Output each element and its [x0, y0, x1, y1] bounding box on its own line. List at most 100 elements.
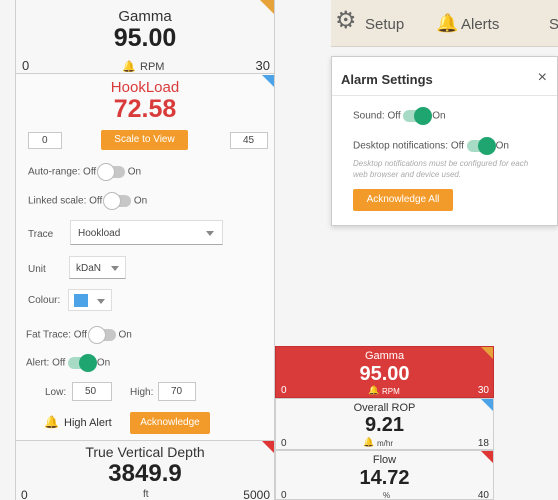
tile-value: 3849.9: [108, 460, 182, 487]
scale-max: 18: [477, 438, 489, 449]
auto-range-toggle[interactable]: [96, 163, 125, 181]
high-label: High:: [130, 387, 154, 398]
linked-scale-label: Linked scale:: [28, 195, 87, 207]
tile-title: True Vertical Depth: [85, 444, 205, 460]
gamma-alert-tile[interactable]: Gamma 95.00 🔔 RPM 0 30: [275, 346, 494, 398]
tile-value: 72.58: [113, 95, 177, 123]
high-threshold-input[interactable]: 70: [158, 382, 196, 401]
tile-title: Gamma: [364, 350, 405, 362]
on-label: On: [127, 166, 142, 178]
linked-scale-row: Linked scale: Off On: [28, 192, 148, 210]
tile-unit: RPM: [140, 61, 165, 73]
scale-max: 30: [477, 385, 489, 396]
left-panel-column: Gamma 95.00 🔔 RPM 0 30 HookLoad 72.58 0 …: [15, 0, 275, 500]
chevron-down-icon: [206, 231, 214, 236]
sound-label: Sound:: [353, 110, 385, 122]
popup-divider: [332, 95, 557, 96]
colour-picker[interactable]: [68, 289, 112, 311]
chevron-down-icon: [97, 299, 105, 304]
sound-toggle[interactable]: [403, 107, 433, 125]
off-label: Off: [89, 195, 103, 207]
alarm-bell-icon: 🔔: [363, 437, 375, 447]
auto-range-row: Auto-range: Off On: [28, 163, 142, 181]
setup-menu-label[interactable]: Setup: [365, 16, 404, 33]
on-label: On: [432, 110, 446, 122]
tile-title: Overall ROP: [353, 402, 416, 414]
desktop-notifications-note: Desktop notifications must be configured…: [353, 159, 529, 179]
off-label: Off: [387, 110, 401, 122]
high-alert-label: High Alert: [64, 417, 112, 429]
tile-title: Flow: [372, 454, 397, 466]
top-toolbar: ⚙ Setup 🔔 Alerts S: [331, 0, 558, 47]
unit-label: Unit: [28, 264, 46, 275]
scale-to-view-button[interactable]: Scale to View: [101, 130, 188, 150]
on-label: On: [495, 140, 509, 152]
tile-unit: RPM: [382, 387, 400, 396]
tile-unit: ft: [143, 489, 149, 500]
low-label: Low:: [45, 387, 67, 398]
true-vertical-depth-tile[interactable]: True Vertical Depth 3849.9 ft 0 5000: [16, 440, 274, 500]
on-label: On: [133, 195, 148, 207]
on-label: On: [118, 329, 132, 341]
acknowledge-button[interactable]: Acknowledge: [130, 412, 210, 434]
tile-value: 95.00: [359, 363, 410, 385]
flow-tile[interactable]: Flow 14.72 % 0 40: [275, 450, 494, 500]
gamma-tile[interactable]: Gamma 95.00 🔔 RPM 0 30: [16, 0, 274, 74]
scale-min: 0: [22, 58, 30, 73]
sound-row: Sound: Off On: [353, 107, 446, 125]
close-icon[interactable]: ×: [538, 69, 547, 87]
off-label: Off: [52, 357, 66, 369]
gear-icon[interactable]: ⚙: [335, 9, 357, 33]
alarm-bell-icon: 🔔: [44, 415, 59, 429]
alarm-settings-popup: Alarm Settings × Sound: Off On Desktop n…: [331, 56, 558, 226]
alarm-bell-icon: 🔔: [368, 385, 380, 395]
auto-range-label: Auto-range:: [28, 166, 81, 178]
tile-value: 9.21: [365, 414, 404, 436]
desktop-notifications-toggle[interactable]: [466, 137, 496, 155]
fat-trace-row: Fat Trace: Off On: [26, 326, 132, 344]
overall-rop-tile[interactable]: Overall ROP 9.21 🔔 m/hr 0 18: [275, 398, 494, 450]
bell-icon[interactable]: 🔔: [436, 13, 458, 34]
unit-value: kDaN: [76, 263, 102, 274]
alert-toggle[interactable]: [68, 354, 98, 372]
fat-trace-toggle[interactable]: [87, 326, 116, 344]
scale-min: 0: [281, 438, 287, 449]
on-label: On: [96, 357, 111, 369]
tile-title: HookLoad: [110, 79, 180, 96]
scale-min: 0: [21, 488, 28, 500]
off-label: Off: [83, 166, 97, 178]
popup-title: Alarm Settings: [341, 72, 433, 87]
acknowledge-all-button[interactable]: Acknowledge All: [353, 189, 453, 211]
scale-min-input[interactable]: 0: [28, 132, 62, 149]
colour-label: Colour:: [28, 295, 61, 306]
desktop-notifications-label: Desktop notifications:: [353, 140, 449, 152]
alerts-menu-label[interactable]: Alerts: [461, 16, 499, 33]
unit-select[interactable]: kDaN: [69, 256, 126, 279]
tile-unit: m/hr: [377, 439, 393, 448]
off-label: Off: [450, 140, 464, 152]
scale-min: 0: [281, 490, 287, 500]
fat-trace-label: Fat Trace:: [26, 329, 72, 341]
tile-value: 95.00: [113, 24, 177, 52]
tile-unit: %: [383, 491, 391, 500]
off-label: Off: [73, 329, 87, 341]
truncated-menu-label[interactable]: S: [549, 16, 558, 33]
tile-value: 14.72: [359, 467, 410, 489]
desktop-notifications-row: Desktop notifications: Off On: [353, 137, 509, 155]
scale-min: 0: [281, 385, 287, 396]
scale-max-input[interactable]: 45: [230, 132, 268, 149]
chevron-down-icon: [111, 266, 119, 271]
scale-max: 40: [477, 490, 489, 500]
trace-label: Trace: [28, 229, 54, 240]
colour-swatch: [74, 294, 88, 307]
linked-scale-toggle[interactable]: [103, 192, 132, 210]
low-threshold-input[interactable]: 50: [72, 382, 112, 401]
trace-select[interactable]: Hookload: [70, 220, 223, 245]
scale-max: 5000: [243, 488, 270, 500]
alert-label: Alert:: [26, 357, 50, 369]
trace-value: Hookload: [78, 228, 121, 239]
scale-max: 30: [255, 58, 270, 73]
alert-row: Alert: Off On: [26, 354, 111, 372]
tile-title: Gamma: [118, 8, 172, 25]
alarm-bell-icon: 🔔: [122, 61, 136, 73]
